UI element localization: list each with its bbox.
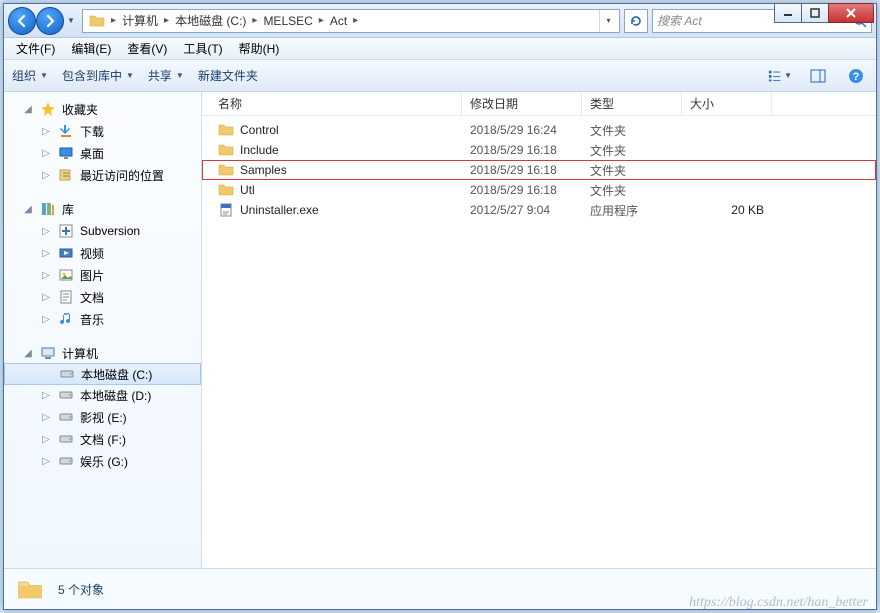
breadcrumb-arrow[interactable]: ▸ xyxy=(162,15,171,26)
organize-button[interactable]: 组织▼ xyxy=(12,67,48,84)
tree-item[interactable]: ▷下载 xyxy=(4,120,201,142)
tree-item[interactable]: ▷本地磁盘 (D:) xyxy=(4,384,201,406)
breadcrumb-item[interactable]: Act xyxy=(326,12,351,30)
address-bar[interactable]: ▸ 计算机 ▸ 本地磁盘 (C:) ▸ MELSEC ▸ Act ▸ ▾ xyxy=(82,9,620,33)
explorer-window: ▼ ▸ 计算机 ▸ 本地磁盘 (C:) ▸ MELSEC ▸ Act ▸ ▾ 搜… xyxy=(3,3,877,610)
address-dropdown[interactable]: ▾ xyxy=(599,10,617,32)
tree-group-header[interactable]: ◢库 xyxy=(4,198,201,220)
tree-item[interactable]: ▷Subversion xyxy=(4,220,201,242)
breadcrumb-arrow[interactable]: ▸ xyxy=(351,15,360,26)
breadcrumb-arrow[interactable]: ▸ xyxy=(109,15,118,26)
status-count: 5 个对象 xyxy=(58,581,104,598)
view-mode-button[interactable]: ▼ xyxy=(768,64,792,88)
col-type[interactable]: 类型 xyxy=(582,92,682,115)
navbar: ▼ ▸ 计算机 ▸ 本地磁盘 (C:) ▸ MELSEC ▸ Act ▸ ▾ 搜… xyxy=(4,4,876,38)
folder-icon xyxy=(89,13,105,29)
watermark: https://blog.csdn.net/han_better xyxy=(689,595,868,611)
col-name[interactable]: 名称 xyxy=(210,92,462,115)
menu-view[interactable]: 查看(V) xyxy=(119,38,175,59)
tree-item[interactable]: ▷影视 (E:) xyxy=(4,406,201,428)
file-row[interactable]: Control 2018/5/29 16:24 文件夹 xyxy=(202,120,876,140)
breadcrumb-arrow[interactable]: ▸ xyxy=(317,15,326,26)
preview-pane-button[interactable] xyxy=(806,64,830,88)
breadcrumb-item[interactable]: 本地磁盘 (C:) xyxy=(171,10,250,31)
breadcrumb-item[interactable]: 计算机 xyxy=(118,10,162,31)
tree-group-header[interactable]: ◢收藏夹 xyxy=(4,98,201,120)
back-button[interactable] xyxy=(8,7,36,35)
tree-item[interactable]: ▷桌面 xyxy=(4,142,201,164)
nav-history-dropdown[interactable]: ▼ xyxy=(64,7,78,35)
folder-icon xyxy=(16,575,44,603)
main-area: ◢收藏夹▷下载▷桌面▷最近访问的位置◢库▷Subversion▷视频▷图片▷文档… xyxy=(4,92,876,569)
help-button[interactable]: ? xyxy=(844,64,868,88)
forward-button[interactable] xyxy=(36,7,64,35)
refresh-button[interactable] xyxy=(624,9,648,33)
sidebar: ◢收藏夹▷下载▷桌面▷最近访问的位置◢库▷Subversion▷视频▷图片▷文档… xyxy=(4,92,202,568)
tree-group-header[interactable]: ◢计算机 xyxy=(4,342,201,364)
menu-tools[interactable]: 工具(T) xyxy=(175,38,230,59)
minimize-button[interactable] xyxy=(774,3,802,23)
new-folder-button[interactable]: 新建文件夹 xyxy=(198,67,258,84)
tree-item[interactable]: ▷视频 xyxy=(4,242,201,264)
tree-item[interactable]: ▷娱乐 (G:) xyxy=(4,450,201,472)
file-row[interactable]: Include 2018/5/29 16:18 文件夹 xyxy=(202,140,876,160)
file-row[interactable]: Uninstaller.exe 2012/5/27 9:04 应用程序 20 K… xyxy=(202,200,876,220)
menu-edit[interactable]: 编辑(E) xyxy=(63,38,119,59)
menu-file[interactable]: 文件(F) xyxy=(8,38,63,59)
share-button[interactable]: 共享▼ xyxy=(148,67,184,84)
include-in-library-button[interactable]: 包含到库中▼ xyxy=(62,67,134,84)
svg-text:?: ? xyxy=(853,71,860,83)
tree-item[interactable]: ▷文档 xyxy=(4,286,201,308)
menubar: 文件(F) 编辑(E) 查看(V) 工具(T) 帮助(H) xyxy=(4,38,876,60)
breadcrumb-arrow[interactable]: ▸ xyxy=(250,15,259,26)
menu-help[interactable]: 帮助(H) xyxy=(231,38,288,59)
breadcrumb-item[interactable]: MELSEC xyxy=(259,12,316,30)
close-button[interactable] xyxy=(828,3,874,23)
tree-item[interactable]: ▷图片 xyxy=(4,264,201,286)
column-headers: 名称 修改日期 类型 大小 xyxy=(202,92,876,116)
tree-item[interactable]: ▷最近访问的位置 xyxy=(4,164,201,186)
search-placeholder: 搜索 Act xyxy=(657,12,702,29)
col-date[interactable]: 修改日期 xyxy=(462,92,582,115)
tree-item[interactable]: ▷文档 (F:) xyxy=(4,428,201,450)
nav-buttons: ▼ xyxy=(8,7,78,35)
window-controls xyxy=(775,3,874,23)
tree-item[interactable]: ▷音乐 xyxy=(4,308,201,330)
file-row[interactable]: Samples 2018/5/29 16:18 文件夹 xyxy=(202,160,876,180)
tree-item[interactable]: 本地磁盘 (C:) xyxy=(4,363,201,385)
file-row[interactable]: Utl 2018/5/29 16:18 文件夹 xyxy=(202,180,876,200)
toolbar: 组织▼ 包含到库中▼ 共享▼ 新建文件夹 ▼ ? xyxy=(4,60,876,92)
col-size[interactable]: 大小 xyxy=(682,92,772,115)
maximize-button[interactable] xyxy=(801,3,829,23)
file-pane: 名称 修改日期 类型 大小 Control 2018/5/29 16:24 文件… xyxy=(202,92,876,568)
file-list: Control 2018/5/29 16:24 文件夹 Include 2018… xyxy=(202,116,876,568)
